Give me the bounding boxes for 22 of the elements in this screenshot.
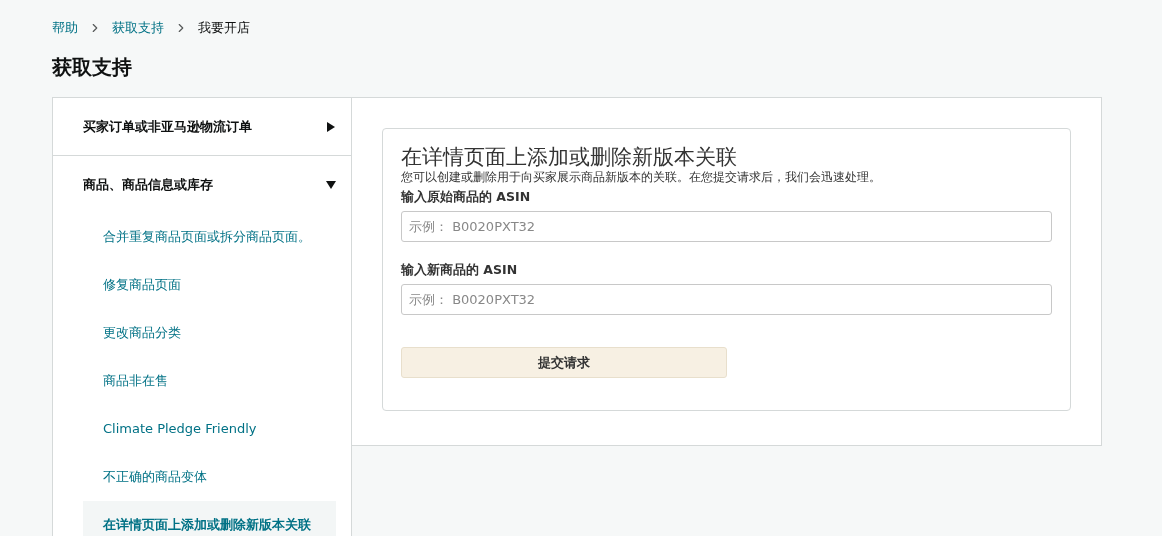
form-title: 在详情页面上添加或删除新版本关联 [401,144,738,170]
breadcrumb-link[interactable]: 获取支持 [112,18,164,38]
category-toggle[interactable]: 买家订单或非亚马逊物流订单 [53,98,351,155]
sidebar-item[interactable]: 在详情页面上添加或删除新版本关联 [83,501,336,536]
asin-input[interactable]: 示例： B0020PXT32 [401,284,1052,315]
page-title: 获取支持 [52,54,133,80]
sidebar-item[interactable]: 更改商品分类 [83,309,336,357]
sidebar-item[interactable]: 不正确的商品变体 [83,453,336,501]
form-description: 您可以创建或删除用于向买家展示商品新版本的关联。在您提交请求后，我们会迅速处理。 [401,170,882,185]
breadcrumb-link[interactable]: 帮助 [52,18,78,38]
triangle-right-icon [326,121,336,132]
sidebar-item[interactable]: Climate Pledge Friendly [83,405,336,453]
triangle-down-icon [326,179,336,190]
breadcrumb-current: 我要开店 [198,19,250,38]
asin-input[interactable]: 示例： B0020PXT32 [401,211,1052,242]
field-label: 输入原始商品的 ASIN [401,189,532,205]
field-label: 输入新商品的 ASIN [401,262,519,278]
sidebar-item[interactable]: 修复商品页面 [83,261,336,309]
category-toggle[interactable]: 商品、商品信息或库存 [53,156,351,213]
submit-button[interactable]: 提交请求 [401,347,727,378]
sidebar-item[interactable]: 商品非在售 [83,357,336,405]
sidebar-item[interactable]: 合并重复商品页面或拆分商品页面。 [83,213,336,261]
